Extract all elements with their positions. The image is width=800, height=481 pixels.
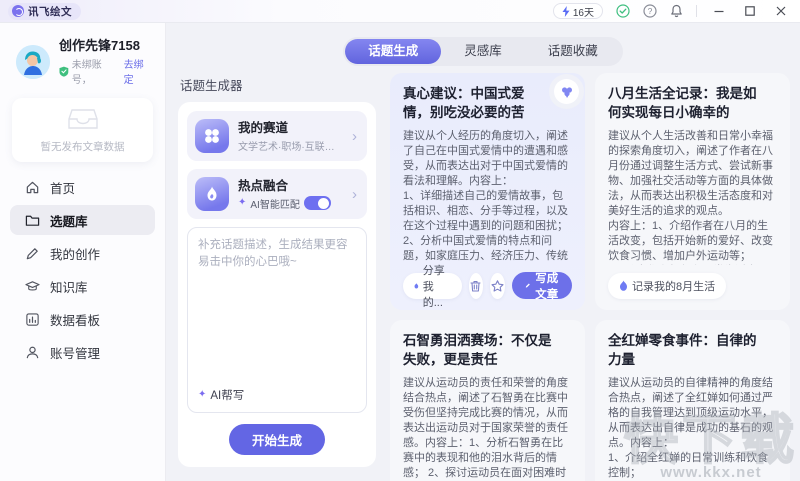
sidebar-item-topics[interactable]: 选题库	[10, 205, 155, 235]
sidebar-menu: 首页 选题库 我的创作 知识库 数据看板 账号管理	[0, 172, 165, 367]
trash-icon	[470, 280, 481, 292]
person-icon	[25, 345, 40, 360]
sidebar-item-my-creations[interactable]: 我的创作	[10, 238, 155, 268]
sidebar: 创作先锋7158 未绑账号，去绑定 暂无发布文章数据 首页 选题库 我的创作 知…	[0, 23, 166, 481]
security-check-icon[interactable]	[616, 4, 630, 18]
delete-topic-button[interactable]	[469, 273, 483, 299]
app-logo-icon	[12, 5, 24, 17]
shield-check-icon	[59, 66, 69, 77]
graduation-cap-icon	[25, 279, 40, 294]
ai-write-button[interactable]: ✦ AI帮写	[188, 387, 366, 412]
clover-icon	[560, 85, 574, 99]
svg-text:?: ?	[648, 6, 653, 16]
sidebar-item-account[interactable]: 账号管理	[10, 337, 155, 367]
topic-cards-grid: 真心建议：中国式爱情，别吃没必要的苦 建议从个人经历的角度切入，阐述了自己在中国…	[390, 73, 790, 481]
topic-description-input[interactable]	[188, 228, 366, 387]
sidebar-item-dashboard[interactable]: 数据看板	[10, 304, 155, 334]
tab-group: 话题生成 灵感库 话题收藏	[343, 37, 623, 66]
pen-icon	[25, 246, 40, 261]
share-topic-button[interactable]: 分享我的...	[403, 273, 462, 299]
tab-inspiration[interactable]: 灵感库	[441, 39, 525, 64]
sidebar-item-knowledge[interactable]: 知识库	[10, 271, 155, 301]
help-icon[interactable]: ?	[643, 4, 657, 18]
write-article-button[interactable]: 写成文章	[512, 272, 572, 299]
avatar	[16, 45, 50, 79]
app-logo[interactable]: 讯飞绘文	[8, 3, 81, 20]
ai-match-label: AI智能匹配	[250, 196, 299, 211]
track-title: 我的赛道	[238, 120, 343, 136]
share-topic-button[interactable]: 记录我的8月生活	[608, 273, 726, 299]
maximize-button[interactable]	[741, 5, 759, 17]
track-subtitle: 文学艺术·职场·互联网·娱乐休...	[238, 138, 343, 153]
topic-title: 真心建议：中国式爱情，别吃没必要的苦	[403, 84, 572, 122]
topic-generator-panel: 话题生成器 我的赛道 文学艺术·职场·互联网·娱乐休... ›	[178, 73, 376, 481]
topic-title: 石智勇泪洒赛场：不仅是失败，更是责任	[403, 331, 572, 369]
topic-title: 全红婵零食事件：自律的力量	[608, 331, 777, 369]
main-content: 话题生成 灵感库 话题收藏 话题生成器 我的赛道 文学艺术·职场·互联网·娱乐休…	[166, 23, 800, 481]
bind-account-link[interactable]: 去绑定	[124, 56, 153, 86]
empty-data-text: 暂无发布文章数据	[12, 139, 153, 154]
flame-icon	[195, 177, 229, 211]
topic-body: 建议从个人生活改善和日常小幸福的探索角度切入，阐述了作者在八月份通过调整生活方式…	[608, 129, 777, 265]
track-grid-icon	[195, 119, 229, 153]
flame-icon	[619, 280, 628, 292]
bind-status-text: 未绑账号，	[72, 56, 121, 86]
bar-chart-icon	[25, 312, 40, 327]
topic-card[interactable]: 八月生活全记录：我是如何实现每日小确幸的 建议从个人生活改善和日常小幸福的探索角…	[595, 73, 790, 310]
sidebar-item-home[interactable]: 首页	[10, 172, 155, 202]
tab-topic-favorites[interactable]: 话题收藏	[525, 39, 621, 64]
app-logo-text: 讯飞绘文	[28, 4, 72, 19]
start-generate-button[interactable]: 开始生成	[229, 424, 325, 455]
notification-bell-icon[interactable]	[670, 4, 683, 18]
collect-corner-button[interactable]	[554, 79, 579, 104]
home-icon	[25, 180, 40, 195]
hotspot-fusion-option[interactable]: 热点融合 ✦ AI智能匹配 ›	[187, 169, 367, 219]
topic-title: 八月生活全记录：我是如何实现每日小确幸的	[608, 84, 777, 122]
chevron-right-icon: ›	[352, 129, 359, 144]
hotspot-title: 热点融合	[238, 178, 343, 194]
folder-icon	[25, 213, 40, 228]
pen-icon	[525, 280, 531, 291]
chevron-right-icon: ›	[352, 187, 359, 202]
publish-stats-empty-card: 暂无发布文章数据	[12, 98, 153, 162]
star-icon	[491, 280, 504, 292]
trial-days-text: 16天	[573, 4, 594, 19]
topic-body: 建议从个人经历的角度切入，阐述了自己在中国式爱情中的遭遇和感受，从而表达出对于中…	[403, 129, 572, 264]
user-name: 创作先锋7158	[59, 37, 153, 54]
lightning-icon	[562, 6, 570, 17]
topic-description-box: ✦ AI帮写	[187, 227, 367, 413]
sparkle-icon: ✦	[238, 198, 246, 208]
generator-title: 话题生成器	[180, 75, 376, 94]
topic-card[interactable]: 石智勇泪洒赛场：不仅是失败，更是责任 建议从运动员的责任和荣誉的角度结合热点，阐…	[390, 320, 585, 481]
topic-card[interactable]: 真心建议：中国式爱情，别吃没必要的苦 建议从个人经历的角度切入，阐述了自己在中国…	[390, 73, 585, 310]
titlebar: 讯飞绘文 16天 ?	[0, 0, 800, 23]
flame-icon	[414, 280, 419, 292]
trial-days-badge[interactable]: 16天	[553, 3, 603, 19]
tab-topic-generate[interactable]: 话题生成	[345, 39, 441, 64]
user-profile[interactable]: 创作先锋7158 未绑账号，去绑定	[0, 23, 165, 96]
minimize-button[interactable]	[710, 5, 728, 17]
topic-body: 建议从运动员的自律精神的角度结合热点，阐述了全红婵如何通过严格的自我管理达到顶级…	[608, 376, 777, 481]
my-track-option[interactable]: 我的赛道 文学艺术·职场·互联网·娱乐休... ›	[187, 111, 367, 161]
ai-match-toggle[interactable]	[304, 196, 331, 210]
close-button[interactable]	[772, 5, 790, 17]
favorite-topic-button[interactable]	[490, 273, 504, 299]
topic-body: 建议从运动员的责任和荣誉的角度结合热点，阐述了石智勇在比赛中受伤但坚持完成比赛的…	[403, 376, 572, 481]
titlebar-divider	[696, 5, 697, 17]
sparkle-icon: ✦	[198, 390, 206, 400]
empty-tray-icon	[68, 107, 98, 131]
topic-card[interactable]: 全红婵零食事件：自律的力量 建议从运动员的自律精神的角度结合热点，阐述了全红婵如…	[595, 320, 790, 481]
